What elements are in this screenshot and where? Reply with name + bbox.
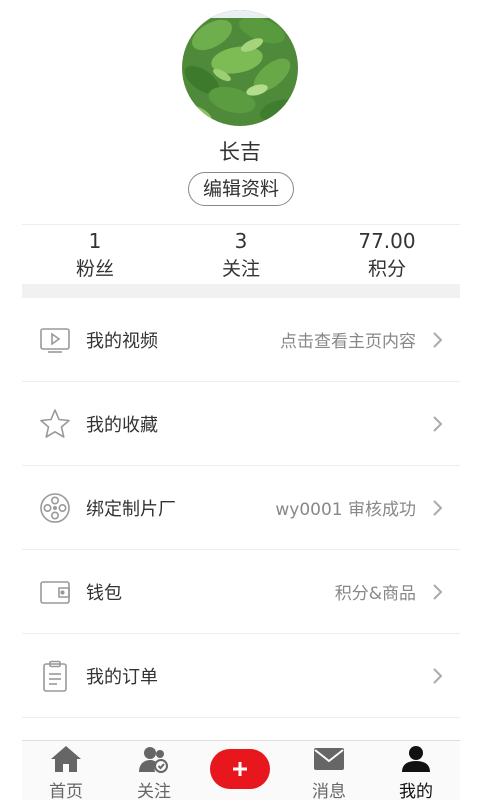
profile-header: 长吉 编辑资料 [0, 0, 480, 224]
users-icon [138, 745, 170, 773]
stat-following[interactable]: 3 关注 [168, 225, 314, 284]
menu-item-label: 我的视频 [86, 330, 158, 352]
envelope-icon [313, 745, 345, 773]
tab-label: 消息 [312, 782, 346, 800]
chevron-right-icon [430, 415, 444, 433]
stat-label: 关注 [221, 258, 260, 280]
tab-label: 关注 [137, 782, 171, 800]
clipboard-icon [38, 659, 72, 693]
add-button[interactable] [210, 749, 270, 789]
section-divider [22, 284, 460, 298]
stat-value: 3 [234, 229, 248, 253]
chevron-right-icon [430, 667, 444, 685]
tab-messages[interactable]: 消息 [285, 741, 373, 800]
tab-home[interactable]: 首页 [22, 741, 110, 800]
stat-followers[interactable]: 1 粉丝 [22, 225, 168, 284]
film-reel-icon [38, 491, 72, 525]
username: 长吉 [219, 140, 261, 164]
menu-item-hint: wy0001 审核成功 [275, 500, 416, 520]
stat-value: 77.00 [358, 229, 416, 253]
plus-icon [233, 762, 247, 776]
menu-item-hint: 点击查看主页内容 [280, 332, 416, 352]
stat-points[interactable]: 77.00 积分 [314, 225, 460, 284]
user-icon [400, 745, 432, 773]
stat-label: 粉丝 [75, 258, 114, 280]
menu-item-label: 我的收藏 [86, 414, 158, 436]
menu-list: 我的视频 点击查看主页内容 我的收藏 绑定制片厂 wy0001 审核成功 钱包 … [22, 298, 460, 718]
video-icon [38, 323, 72, 357]
stats-row: 1 粉丝 3 关注 77.00 积分 [22, 224, 460, 284]
tab-label: 我的 [399, 782, 433, 800]
chevron-right-icon [430, 331, 444, 349]
tab-follow[interactable]: 关注 [110, 741, 198, 800]
menu-item-label: 钱包 [86, 582, 122, 604]
menu-item-label: 绑定制片厂 [86, 498, 176, 520]
menu-item-hint: 积分&商品 [334, 584, 416, 604]
avatar[interactable] [182, 10, 298, 126]
edit-profile-button[interactable]: 编辑资料 [188, 172, 294, 206]
menu-item-bind-studio[interactable]: 绑定制片厂 wy0001 审核成功 [22, 466, 460, 550]
menu-item-my-favorites[interactable]: 我的收藏 [22, 382, 460, 466]
menu-item-wallet[interactable]: 钱包 积分&商品 [22, 550, 460, 634]
chevron-right-icon [430, 583, 444, 601]
bottom-tab-bar: 首页 关注 消息 我的 [22, 740, 460, 800]
star-icon [38, 407, 72, 441]
menu-item-label: 我的订单 [86, 666, 158, 688]
menu-item-my-videos[interactable]: 我的视频 点击查看主页内容 [22, 298, 460, 382]
wallet-icon [38, 575, 72, 609]
tab-label: 首页 [49, 782, 83, 800]
menu-item-my-orders[interactable]: 我的订单 [22, 634, 460, 718]
stat-value: 1 [88, 229, 102, 253]
chevron-right-icon [430, 499, 444, 517]
tab-mine[interactable]: 我的 [372, 741, 460, 800]
home-icon [50, 745, 82, 773]
stat-label: 积分 [367, 258, 406, 280]
